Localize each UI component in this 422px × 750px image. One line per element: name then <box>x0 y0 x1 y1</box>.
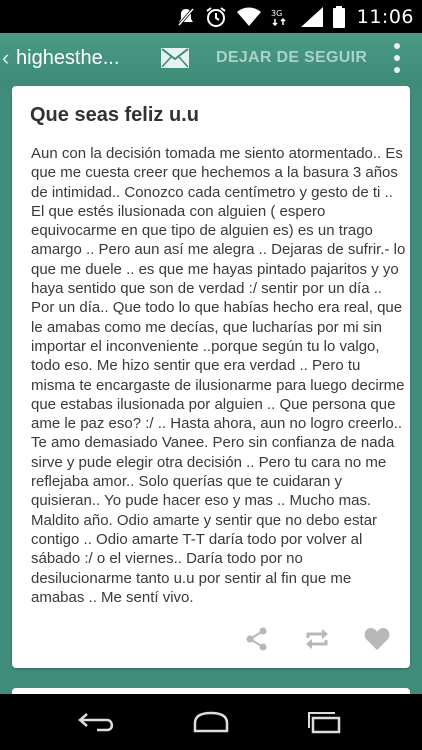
post-title: Que seas feliz u.u <box>30 104 199 126</box>
overflow-menu-icon[interactable] <box>392 43 402 73</box>
share-icon[interactable] <box>242 624 272 654</box>
status-bar: 3G 11:06 <box>0 0 422 33</box>
home-icon[interactable] <box>186 702 236 742</box>
blog-name[interactable]: highesthe... <box>16 47 142 70</box>
mute-icon <box>177 6 195 28</box>
svg-text:3G: 3G <box>271 9 282 18</box>
back-chevron-icon[interactable]: ‹ <box>2 45 16 71</box>
reblog-icon[interactable] <box>302 624 332 654</box>
recent-apps-icon[interactable] <box>300 702 350 742</box>
alarm-icon <box>205 6 227 28</box>
3g-icon: 3G <box>271 6 291 28</box>
like-heart-icon[interactable] <box>362 624 392 654</box>
post-actions <box>242 624 392 654</box>
post-card: Que seas feliz u.u Aun con la decisión t… <box>12 86 410 668</box>
unfollow-button[interactable]: DEJAR DE SEGUIR <box>216 49 367 67</box>
mail-icon[interactable] <box>158 43 192 73</box>
status-time: 11:06 <box>356 5 414 28</box>
wifi-icon <box>236 6 261 28</box>
action-bar: ‹ highesthe... DEJAR DE SEGUIR <box>0 33 422 83</box>
back-icon[interactable] <box>72 702 122 742</box>
nav-bar <box>0 694 422 750</box>
post-body-text: Aun con la decisión tomada me siento ato… <box>31 145 406 606</box>
signal-icon <box>300 6 323 28</box>
post-body: Aun con la decisión tomada me siento ato… <box>31 144 407 607</box>
battery-icon <box>332 5 345 28</box>
